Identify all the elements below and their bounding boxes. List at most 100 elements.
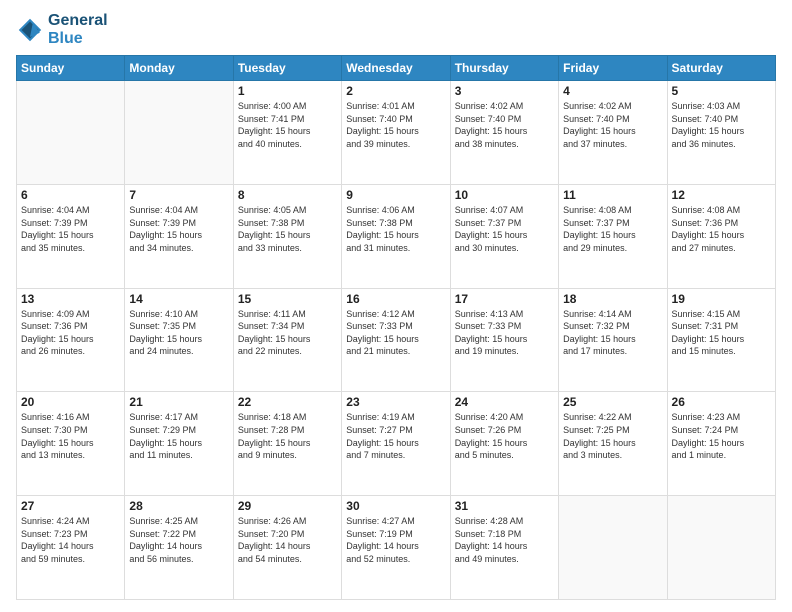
day-of-week-header: Sunday	[17, 56, 125, 81]
day-number: 22	[238, 395, 337, 409]
calendar-day-cell: 11Sunrise: 4:08 AM Sunset: 7:37 PM Dayli…	[559, 184, 667, 288]
day-number: 26	[672, 395, 771, 409]
day-info: Sunrise: 4:08 AM Sunset: 7:36 PM Dayligh…	[672, 204, 771, 254]
day-info: Sunrise: 4:22 AM Sunset: 7:25 PM Dayligh…	[563, 411, 662, 461]
calendar-day-cell: 4 Sunrise: 4:02 AM Sunset: 7:40 PM Daylig…	[559, 81, 667, 185]
calendar-day-cell: 14Sunrise: 4:10 AM Sunset: 7:35 PM Dayli…	[125, 288, 233, 392]
day-number: 21	[129, 395, 228, 409]
day-info: Sunrise: 4:24 AM Sunset: 7:23 PM Dayligh…	[21, 515, 120, 565]
day-info: Sunrise: 4:02 AM Sunset: 7:40 PM Dayligh…	[455, 100, 554, 150]
day-info: Sunrise: 4:27 AM Sunset: 7:19 PM Dayligh…	[346, 515, 445, 565]
day-number: 15	[238, 292, 337, 306]
calendar-day-cell: 20Sunrise: 4:16 AM Sunset: 7:30 PM Dayli…	[17, 392, 125, 496]
day-info: Sunrise: 4:09 AM Sunset: 7:36 PM Dayligh…	[21, 308, 120, 358]
day-of-week-header: Wednesday	[342, 56, 450, 81]
day-number: 2	[346, 84, 445, 98]
day-info: Sunrise: 4:01 AM Sunset: 7:40 PM Dayligh…	[346, 100, 445, 150]
day-number: 14	[129, 292, 228, 306]
day-number: 5	[672, 84, 771, 98]
calendar-day-cell: 25 Sunrise: 4:22 AM Sunset: 7:25 PM Dayli…	[559, 392, 667, 496]
day-number: 23	[346, 395, 445, 409]
day-number: 6	[21, 188, 120, 202]
day-number: 8	[238, 188, 337, 202]
day-of-week-header: Monday	[125, 56, 233, 81]
day-info: Sunrise: 4:17 AM Sunset: 7:29 PM Dayligh…	[129, 411, 228, 461]
calendar-page: General Blue SundayMondayTuesdayWednesda…	[0, 0, 792, 612]
day-number: 30	[346, 499, 445, 513]
day-info: Sunrise: 4:11 AM Sunset: 7:34 PM Dayligh…	[238, 308, 337, 358]
day-number: 24	[455, 395, 554, 409]
calendar-day-cell: 31 Sunrise: 4:28 AM Sunset: 7:18 PM Dayli…	[450, 496, 558, 600]
calendar-day-cell: 28 Sunrise: 4:25 AM Sunset: 7:22 PM Dayli…	[125, 496, 233, 600]
day-number: 12	[672, 188, 771, 202]
day-info: Sunrise: 4:14 AM Sunset: 7:32 PM Dayligh…	[563, 308, 662, 358]
day-info: Sunrise: 4:13 AM Sunset: 7:33 PM Dayligh…	[455, 308, 554, 358]
day-number: 13	[21, 292, 120, 306]
calendar-day-cell: 5 Sunrise: 4:03 AM Sunset: 7:40 PM Daylig…	[667, 81, 775, 185]
logo-icon	[16, 16, 44, 44]
day-info: Sunrise: 4:04 AM Sunset: 7:39 PM Dayligh…	[21, 204, 120, 254]
calendar-day-cell: 27 Sunrise: 4:24 AM Sunset: 7:23 PM Dayli…	[17, 496, 125, 600]
day-of-week-header: Friday	[559, 56, 667, 81]
day-info: Sunrise: 4:26 AM Sunset: 7:20 PM Dayligh…	[238, 515, 337, 565]
calendar-day-cell: 10 Sunrise: 4:07 AM Sunset: 7:37 PM Dayli…	[450, 184, 558, 288]
calendar-day-cell: 16 Sunrise: 4:12 AM Sunset: 7:33 PM Dayli…	[342, 288, 450, 392]
calendar-day-cell: 8 Sunrise: 4:05 AM Sunset: 7:38 PM Daylig…	[233, 184, 341, 288]
day-number: 27	[21, 499, 120, 513]
day-of-week-header: Thursday	[450, 56, 558, 81]
day-info: Sunrise: 4:20 AM Sunset: 7:26 PM Dayligh…	[455, 411, 554, 461]
calendar-week-row: 13 Sunrise: 4:09 AM Sunset: 7:36 PM Dayli…	[17, 288, 776, 392]
day-number: 3	[455, 84, 554, 98]
day-number: 29	[238, 499, 337, 513]
day-of-week-header: Saturday	[667, 56, 775, 81]
calendar-day-cell	[125, 81, 233, 185]
calendar-header-row: SundayMondayTuesdayWednesdayThursdayFrid…	[17, 56, 776, 81]
calendar-day-cell: 1Sunrise: 4:00 AM Sunset: 7:41 PM Daylig…	[233, 81, 341, 185]
day-info: Sunrise: 4:02 AM Sunset: 7:40 PM Dayligh…	[563, 100, 662, 150]
day-number: 28	[129, 499, 228, 513]
calendar-day-cell: 13 Sunrise: 4:09 AM Sunset: 7:36 PM Dayli…	[17, 288, 125, 392]
day-info: Sunrise: 4:12 AM Sunset: 7:33 PM Dayligh…	[346, 308, 445, 358]
day-number: 20	[21, 395, 120, 409]
calendar-day-cell: 22 Sunrise: 4:18 AM Sunset: 7:28 PM Dayli…	[233, 392, 341, 496]
calendar-day-cell: 7Sunrise: 4:04 AM Sunset: 7:39 PM Daylig…	[125, 184, 233, 288]
day-of-week-header: Tuesday	[233, 56, 341, 81]
day-number: 18	[563, 292, 662, 306]
day-info: Sunrise: 4:07 AM Sunset: 7:37 PM Dayligh…	[455, 204, 554, 254]
day-info: Sunrise: 4:28 AM Sunset: 7:18 PM Dayligh…	[455, 515, 554, 565]
calendar-day-cell	[17, 81, 125, 185]
calendar-day-cell: 3 Sunrise: 4:02 AM Sunset: 7:40 PM Daylig…	[450, 81, 558, 185]
calendar-week-row: 20Sunrise: 4:16 AM Sunset: 7:30 PM Dayli…	[17, 392, 776, 496]
day-number: 4	[563, 84, 662, 98]
calendar-week-row: 6 Sunrise: 4:04 AM Sunset: 7:39 PM Daylig…	[17, 184, 776, 288]
calendar-day-cell: 17Sunrise: 4:13 AM Sunset: 7:33 PM Dayli…	[450, 288, 558, 392]
day-info: Sunrise: 4:23 AM Sunset: 7:24 PM Dayligh…	[672, 411, 771, 461]
day-number: 9	[346, 188, 445, 202]
logo-text: General Blue	[48, 12, 108, 47]
day-info: Sunrise: 4:03 AM Sunset: 7:40 PM Dayligh…	[672, 100, 771, 150]
day-info: Sunrise: 4:18 AM Sunset: 7:28 PM Dayligh…	[238, 411, 337, 461]
calendar-day-cell	[667, 496, 775, 600]
calendar-day-cell: 15 Sunrise: 4:11 AM Sunset: 7:34 PM Dayli…	[233, 288, 341, 392]
calendar-day-cell: 24 Sunrise: 4:20 AM Sunset: 7:26 PM Dayli…	[450, 392, 558, 496]
calendar-day-cell: 30 Sunrise: 4:27 AM Sunset: 7:19 PM Dayli…	[342, 496, 450, 600]
calendar-day-cell: 19Sunrise: 4:15 AM Sunset: 7:31 PM Dayli…	[667, 288, 775, 392]
day-info: Sunrise: 4:04 AM Sunset: 7:39 PM Dayligh…	[129, 204, 228, 254]
day-number: 16	[346, 292, 445, 306]
header: General Blue	[16, 12, 776, 47]
day-info: Sunrise: 4:25 AM Sunset: 7:22 PM Dayligh…	[129, 515, 228, 565]
day-info: Sunrise: 4:00 AM Sunset: 7:41 PM Dayligh…	[238, 100, 337, 150]
day-info: Sunrise: 4:19 AM Sunset: 7:27 PM Dayligh…	[346, 411, 445, 461]
calendar-day-cell	[559, 496, 667, 600]
day-number: 10	[455, 188, 554, 202]
day-info: Sunrise: 4:05 AM Sunset: 7:38 PM Dayligh…	[238, 204, 337, 254]
day-number: 25	[563, 395, 662, 409]
calendar-day-cell: 18 Sunrise: 4:14 AM Sunset: 7:32 PM Dayli…	[559, 288, 667, 392]
calendar-week-row: 27 Sunrise: 4:24 AM Sunset: 7:23 PM Dayli…	[17, 496, 776, 600]
calendar-day-cell: 6 Sunrise: 4:04 AM Sunset: 7:39 PM Daylig…	[17, 184, 125, 288]
calendar-day-cell: 29 Sunrise: 4:26 AM Sunset: 7:20 PM Dayli…	[233, 496, 341, 600]
day-number: 11	[563, 188, 662, 202]
logo: General Blue	[16, 12, 108, 47]
day-number: 31	[455, 499, 554, 513]
calendar-day-cell: 21 Sunrise: 4:17 AM Sunset: 7:29 PM Dayli…	[125, 392, 233, 496]
